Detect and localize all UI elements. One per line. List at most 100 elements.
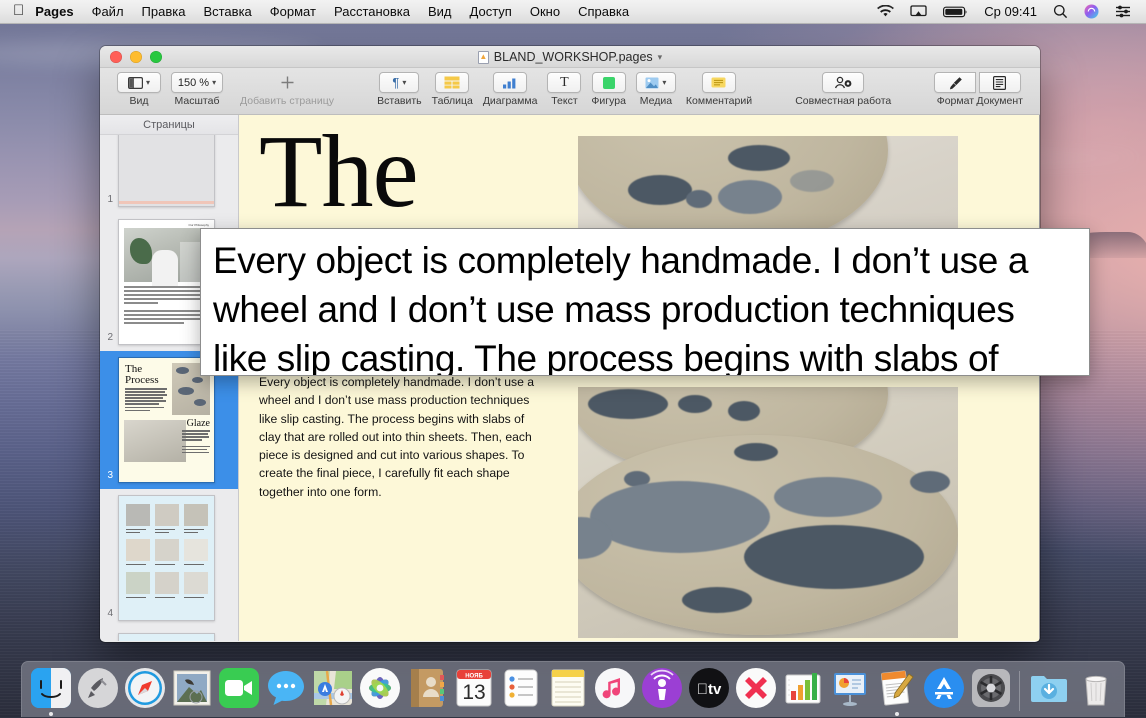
add-page-button[interactable]: Добавить страницу (240, 72, 334, 107)
battery-icon[interactable] (936, 6, 975, 18)
photo-icon (645, 77, 659, 89)
dock-item-messages[interactable] (262, 665, 309, 717)
dock-item-safari[interactable] (121, 665, 168, 717)
sidebar-page-4[interactable]: 4 (100, 489, 238, 627)
dock-item-numbers[interactable] (779, 665, 826, 717)
shape-label: Фигура (591, 95, 626, 107)
menu-item-edit[interactable]: Правка (133, 0, 195, 24)
dock-item-finder[interactable] (27, 665, 74, 717)
dock-item-music[interactable] (591, 665, 638, 717)
running-indicator (378, 712, 382, 716)
view-label: Вид (130, 95, 149, 107)
menu-item-share[interactable]: Доступ (461, 0, 521, 24)
page-headline[interactable]: The (259, 115, 418, 237)
zoom-control[interactable]: 150 % ▾ Масштаб (171, 72, 223, 107)
dock-item-calendar[interactable]: НОЯБ 13 (450, 665, 497, 717)
insert-button[interactable]: ¶ ▾ Вставить (377, 72, 422, 107)
dock-item-system-preferences[interactable] (967, 665, 1014, 717)
dock-item-launchpad[interactable] (74, 665, 121, 717)
comment-label: Комментарий (686, 95, 752, 107)
dock-item-notes[interactable] (544, 665, 591, 717)
thumb-image-glaze (124, 420, 186, 462)
dock-item-maps[interactable] (309, 665, 356, 717)
calendar-day: 13 (462, 681, 485, 704)
mail-icon (171, 667, 213, 709)
menu-item-window[interactable]: Окно (521, 0, 569, 24)
keynote-icon (829, 667, 871, 709)
document-page[interactable]: The (239, 115, 1039, 641)
format-label: Формат (937, 95, 974, 107)
apple-logo-icon[interactable]:  (0, 3, 35, 18)
menu-item-pages[interactable]: Pages (35, 0, 82, 24)
page-number-label: 3 (100, 470, 118, 483)
chart-button[interactable]: Диаграмма (483, 72, 538, 107)
menu-bar-status-area: Ср 09:41 (870, 4, 1146, 19)
thumbnail-list[interactable]: 1 2 Our Philosophy (100, 135, 238, 641)
shape-button[interactable]: Фигура (591, 72, 626, 107)
menu-item-arrange[interactable]: Расстановка (325, 0, 419, 24)
menu-item-file[interactable]: Файл (83, 0, 133, 24)
document-photo-bottom[interactable] (578, 387, 958, 638)
dock-item-facetime[interactable] (215, 665, 262, 717)
search-icon[interactable] (1046, 4, 1075, 19)
page-thumbnail[interactable] (118, 135, 215, 207)
thumb-subhead: Glaze (187, 418, 210, 429)
running-indicator (754, 712, 758, 716)
dock-item-appstore[interactable] (920, 665, 967, 717)
thumb-image (124, 228, 210, 282)
collaborate-button[interactable]: Совместная работа (795, 72, 891, 107)
page-body-paragraph[interactable]: Every object is completely handmade. I d… (259, 373, 549, 501)
sidebar-page-1[interactable]: 1 (100, 135, 238, 213)
menu-bar-clock[interactable]: Ср 09:41 (977, 4, 1044, 19)
dock-item-contacts[interactable] (403, 665, 450, 717)
toolbar-collab-group: Совместная работа (790, 72, 896, 107)
media-button[interactable]: ▾ Медиа (636, 72, 676, 107)
wifi-icon[interactable] (870, 5, 901, 18)
document-button[interactable]: Документ (976, 72, 1023, 107)
siri-icon[interactable] (1077, 4, 1106, 19)
comment-button[interactable]: Комментарий (686, 72, 752, 107)
page-number-label: 2 (100, 332, 118, 345)
airplay-icon[interactable] (903, 5, 934, 18)
dock-item-reminders[interactable] (497, 665, 544, 717)
document-title-area[interactable]: ▲ BLAND_WORKSHOP.pages ▾ (100, 46, 1040, 68)
thumb-title-line2: Process (125, 374, 159, 386)
dock-item-trash[interactable] (1072, 665, 1119, 717)
running-indicator (237, 712, 241, 716)
svg-text:tv: tv (696, 681, 721, 698)
sidebar-page-5[interactable]: 5 (100, 627, 238, 641)
chevron-down-icon[interactable]: ▾ (658, 52, 663, 63)
chevron-down-icon: ▾ (212, 78, 216, 87)
dock-item-photos[interactable] (356, 665, 403, 717)
dock-item-news[interactable] (732, 665, 779, 717)
running-indicator (848, 712, 852, 716)
view-button[interactable]: ▾ Вид (117, 72, 161, 107)
launchpad-icon (77, 667, 119, 709)
page-thumbnail[interactable] (118, 495, 215, 621)
menu-item-insert[interactable]: Вставка (194, 0, 260, 24)
table-button[interactable]: Таблица (432, 72, 473, 107)
page-thumbnail[interactable] (118, 633, 215, 641)
appletv-icon: tv (688, 667, 730, 709)
running-indicator (49, 712, 53, 716)
menu-item-help[interactable]: Справка (569, 0, 638, 24)
dock-item-downloads[interactable] (1025, 665, 1072, 717)
dock-item-pages[interactable] (873, 665, 920, 717)
dock-item-podcasts[interactable] (638, 665, 685, 717)
running-indicator (707, 712, 711, 716)
control-center-icon[interactable] (1108, 5, 1138, 18)
dock-item-keynote[interactable] (826, 665, 873, 717)
thumb-accent-band (119, 201, 214, 204)
dock: НОЯБ 13 (21, 661, 1125, 717)
menu-item-view[interactable]: Вид (419, 0, 461, 24)
menu-item-format[interactable]: Формат (261, 0, 325, 24)
document-canvas[interactable]: The (239, 115, 1040, 641)
chart-label: Диаграмма (483, 95, 538, 107)
dock-item-mail[interactable] (168, 665, 215, 717)
text-label: Текст (551, 95, 577, 107)
running-indicator (472, 712, 476, 716)
chevron-down-icon: ▾ (662, 78, 666, 87)
text-button[interactable]: T Текст (547, 72, 581, 107)
dock-item-appletv[interactable]: tv (685, 665, 732, 717)
format-button[interactable]: Формат (934, 72, 976, 107)
